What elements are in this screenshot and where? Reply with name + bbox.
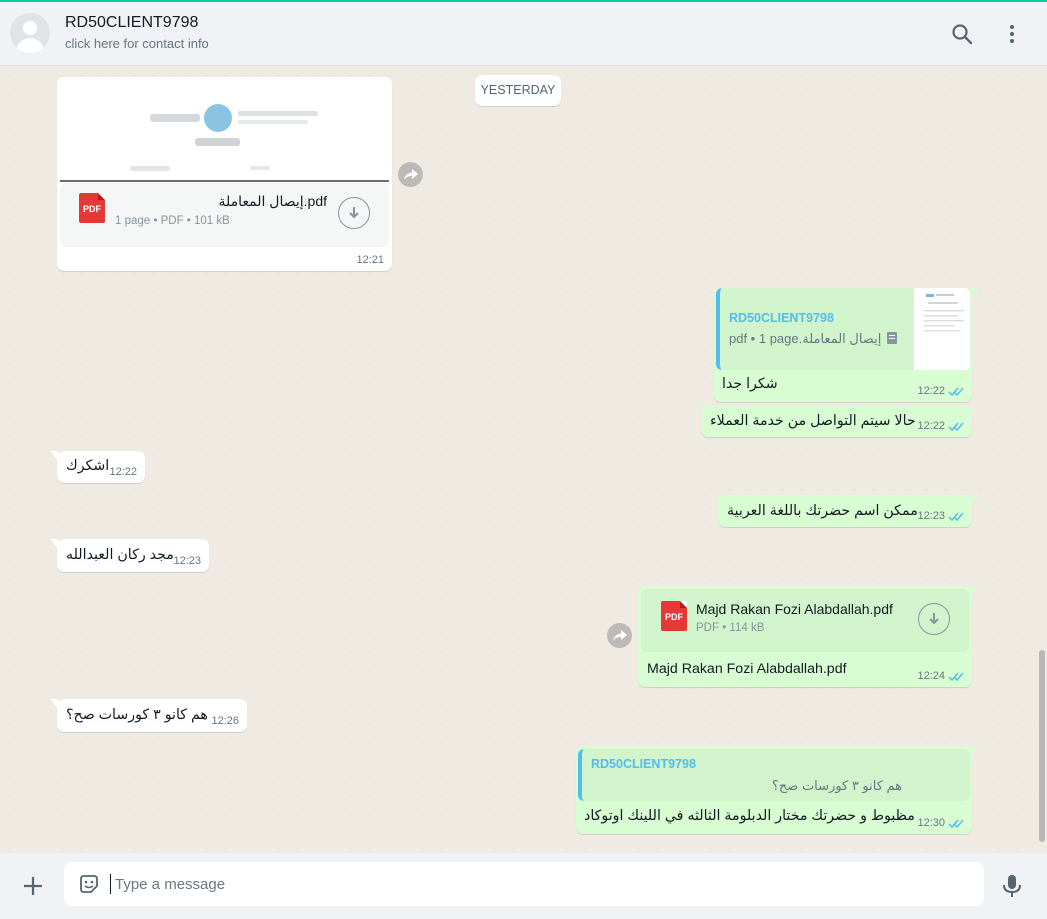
pdf-file-icon: PDF — [79, 193, 105, 223]
message-outgoing-reply[interactable]: RD50CLIENT9798 pdf • 1 page.إيصال المعام… — [714, 288, 979, 402]
document-meta: PDF • 114 kB — [696, 622, 765, 634]
quoted-sender: RD50CLIENT9798 — [729, 311, 834, 325]
message-time: 12:26 — [211, 715, 239, 727]
read-ticks-icon — [948, 422, 964, 431]
message-time: 12:30 — [917, 817, 964, 829]
download-button[interactable] — [338, 197, 370, 229]
document-meta: 1 page • PDF • 101 kB — [115, 215, 230, 227]
document-caption: Majd Rakan Fozi Alabdallah.pdf — [647, 661, 847, 677]
quoted-message[interactable]: RD50CLIENT9798 pdf • 1 page.إيصال المعام… — [716, 288, 970, 370]
message-time: 12:24 — [917, 670, 964, 682]
message-outgoing-reply[interactable]: RD50CLIENT9798 هم كانو ٣ كورسات صح؟ مظبو… — [576, 746, 979, 834]
download-icon — [349, 207, 359, 219]
message-time: 12:21 — [356, 254, 384, 266]
composer-bar — [0, 853, 1047, 919]
message-time: 12:23 — [917, 510, 964, 522]
message-outgoing-document[interactable]: PDF Majd Rakan Fozi Alabdallah.pdf PDF •… — [638, 586, 979, 687]
message-time: 12:22 — [109, 466, 137, 478]
read-ticks-icon — [948, 819, 964, 828]
message-text: حالا سيتم التواصل من خدمة العملاء — [710, 413, 916, 429]
contact-name[interactable]: RD50CLIENT9798 — [65, 14, 198, 32]
message-time: 12:22 — [917, 420, 964, 432]
document-name: إيصال المعاملة.pdf — [218, 193, 327, 209]
message-text: ممكن اسم حضرتك باللغة العربية — [727, 503, 918, 519]
chat-scrollbar[interactable] — [1039, 650, 1045, 842]
download-icon — [929, 613, 939, 625]
message-text: هم كانو ٣ كورسات صح؟ — [66, 707, 208, 723]
search-icon[interactable] — [950, 22, 974, 46]
document-icon — [886, 332, 897, 344]
message-text: شكرا جدا — [722, 376, 778, 392]
message-outgoing[interactable]: ممكن اسم حضرتك باللغة العربية 12:23 — [718, 495, 979, 527]
quoted-text: هم كانو ٣ كورسات صح؟ — [772, 778, 903, 793]
message-incoming[interactable]: اشكرك 12:22 — [50, 451, 145, 483]
date-separator: YESTERDAY — [475, 75, 561, 106]
message-outgoing[interactable]: حالا سيتم التواصل من خدمة العملاء 12:22 — [701, 406, 972, 437]
forward-icon — [403, 168, 418, 180]
forward-button[interactable] — [607, 623, 632, 648]
microphone-icon[interactable] — [1000, 873, 1024, 899]
read-ticks-icon — [948, 387, 964, 396]
message-text: اشكرك — [66, 458, 110, 474]
attach-plus-icon[interactable] — [20, 873, 46, 899]
document-preview-image — [60, 80, 389, 182]
quoted-message[interactable]: RD50CLIENT9798 هم كانو ٣ كورسات صح؟ — [578, 749, 970, 801]
message-time: 12:23 — [173, 555, 201, 567]
document-attachment[interactable]: PDF Majd Rakan Fozi Alabdallah.pdf PDF •… — [641, 589, 969, 652]
download-button[interactable] — [918, 603, 950, 635]
message-text: مجد ركان العبدالله — [66, 547, 174, 563]
document-name: Majd Rakan Fozi Alabdallah.pdf — [696, 601, 893, 617]
message-text: مظبوط و حضرتك مختار الدبلومة الثالثه في … — [584, 808, 915, 824]
message-input[interactable] — [110, 874, 970, 894]
forward-icon — [612, 629, 627, 641]
quoted-sender: RD50CLIENT9798 — [591, 757, 696, 771]
chat-area[interactable]: YESTERDAY PDF إيصال المعاملة.pdf 1 page … — [0, 67, 1047, 853]
read-ticks-icon — [948, 672, 964, 681]
sticker-icon[interactable] — [78, 873, 100, 895]
forward-button[interactable] — [398, 162, 423, 187]
avatar[interactable] — [10, 13, 50, 53]
quoted-document-thumbnail — [914, 288, 970, 370]
pdf-file-icon: PDF — [661, 601, 687, 631]
menu-icon[interactable] — [1000, 22, 1024, 46]
message-incoming[interactable]: مجد ركان العبدالله 12:23 — [50, 539, 209, 572]
message-incoming-document[interactable]: PDF إيصال المعاملة.pdf 1 page • PDF • 10… — [57, 77, 392, 271]
quoted-document-text: pdf • 1 page.إيصال المعاملة — [729, 331, 897, 347]
message-input-box[interactable] — [64, 862, 984, 906]
message-incoming[interactable]: هم كانو ٣ كورسات صح؟ 12:26 — [50, 699, 247, 732]
contact-info-hint[interactable]: click here for contact info — [65, 36, 209, 51]
read-ticks-icon — [948, 512, 964, 521]
document-attachment[interactable]: PDF إيصال المعاملة.pdf 1 page • PDF • 10… — [60, 183, 389, 247]
chat-header[interactable]: RD50CLIENT9798 click here for contact in… — [0, 2, 1047, 66]
message-time: 12:22 — [917, 385, 964, 397]
